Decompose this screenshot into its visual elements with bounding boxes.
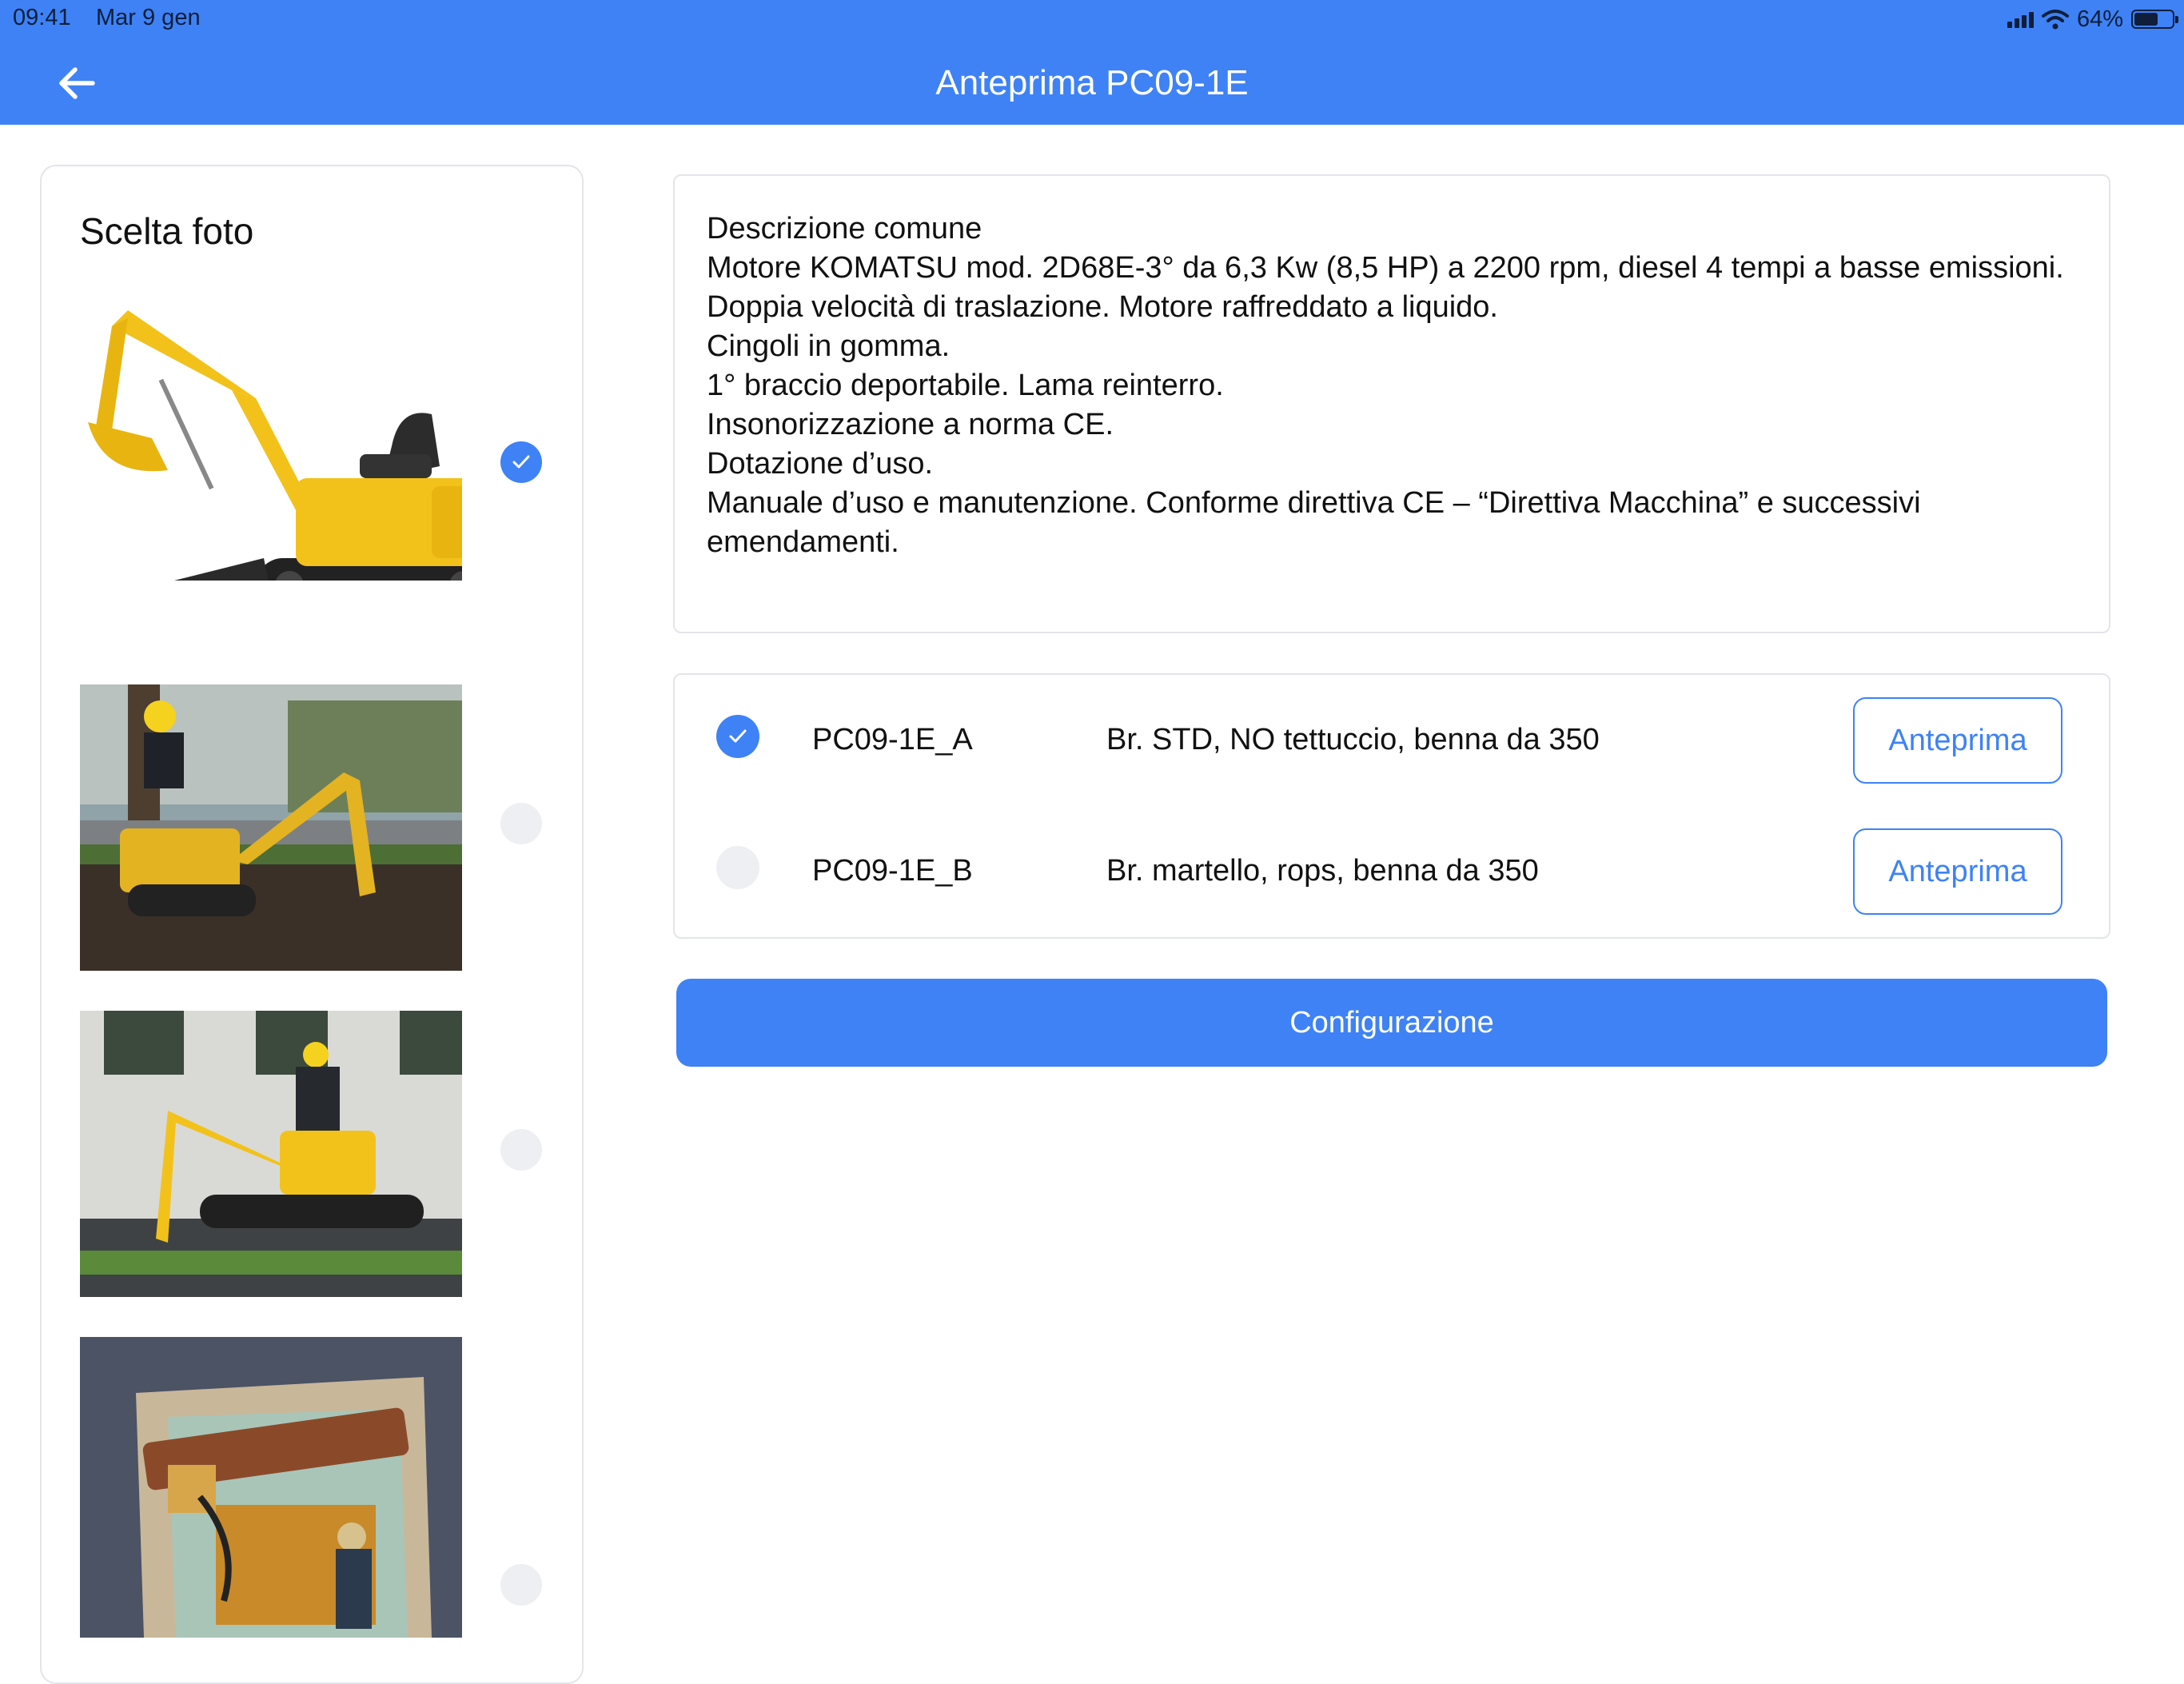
page-title: Anteprima PC09-1E (935, 63, 1249, 102)
description-line: Doppia velocità di traslazione. Motore r… (707, 290, 1498, 324)
battery-icon (2131, 10, 2178, 29)
photo-picker-title: Scelta foto (80, 210, 254, 252)
battery-percent: 64% (2076, 6, 2123, 32)
battery-level-fill (2134, 13, 2158, 26)
excavator-demolition-illustration (80, 1337, 462, 1638)
excavator-operator-building-photo[interactable] (80, 1011, 462, 1297)
description-text: Descrizione comune Motore KOMATSU mod. 2… (707, 210, 2066, 562)
wifi-icon (2041, 10, 2069, 30)
configuration-button[interactable]: Configurazione (676, 979, 2107, 1067)
checkmark-icon (512, 455, 530, 469)
excavator-building-illustration (80, 1011, 462, 1297)
description-line: Descrizione comune (707, 212, 982, 245)
status-date: Mar 9 gen (96, 5, 201, 30)
variant-preview-button-b[interactable]: Anteprima (1853, 828, 2062, 915)
excavator-studio-illustration (88, 310, 462, 581)
excavator-digging-illustration (80, 684, 462, 971)
variant-code: PC09-1E_A (812, 723, 973, 756)
description-line: Dotazione d’uso. (707, 447, 934, 481)
photo-select-radio-4[interactable] (500, 1564, 542, 1606)
signal-icon (2007, 10, 2034, 28)
variant-preview-button-a[interactable]: Anteprima (1853, 697, 2062, 784)
checkmark-icon (729, 729, 747, 743)
status-time: 09:41 (13, 5, 71, 30)
description-line: Motore KOMATSU mod. 2D68E-3° da 6,3 Kw (… (707, 251, 2064, 285)
description-line: Manuale d’uso e manutenzione. Conforme d… (707, 486, 1921, 559)
description-line: Cingoli in gomma. (707, 329, 951, 363)
description-line: Insonorizzazione a norma CE. (707, 408, 1114, 441)
photo-select-radio-1[interactable] (500, 441, 542, 483)
excavator-demolition-hammer-photo[interactable] (80, 1337, 462, 1638)
variant-code: PC09-1E_B (812, 854, 973, 888)
excavator-operator-digging-photo[interactable] (80, 684, 462, 971)
variant-description: Br. STD, NO tettuccio, benna da 350 (1106, 723, 1600, 756)
variant-radio-a[interactable] (716, 715, 759, 758)
excavator-studio-photo[interactable] (80, 294, 462, 581)
description-line: 1° braccio deportabile. Lama reinterro. (707, 369, 1224, 402)
variant-description: Br. martello, rops, benna da 350 (1106, 854, 1539, 888)
status-indicators: 64% (2007, 5, 2178, 34)
top-navigation-bar: 09:41 Mar 9 gen 64% Anteprima PC09-1E (0, 0, 2184, 125)
photo-select-radio-2[interactable] (500, 803, 542, 844)
photo-select-radio-3[interactable] (500, 1129, 542, 1171)
variant-radio-b[interactable] (716, 846, 759, 889)
